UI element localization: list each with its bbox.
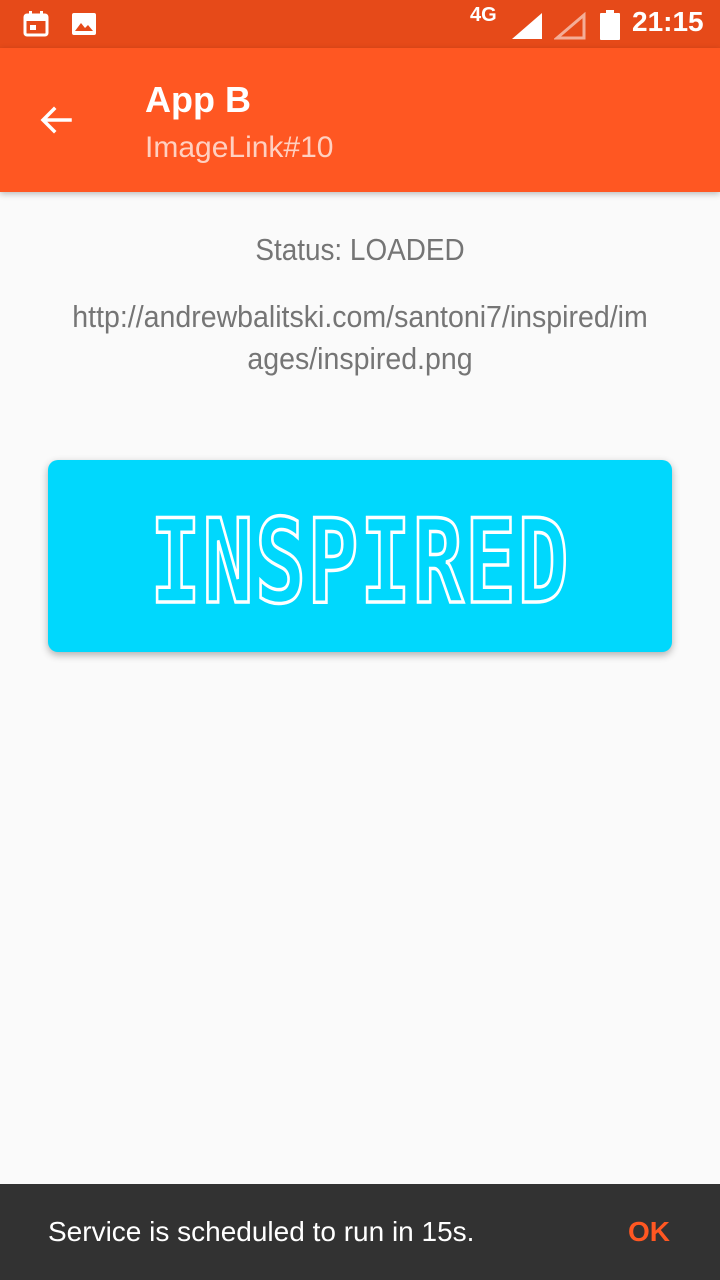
app-bar: App B ImageLink#10 bbox=[0, 48, 720, 192]
signal-empty-icon bbox=[554, 12, 586, 40]
snackbar-ok-button[interactable]: OK bbox=[628, 1214, 670, 1250]
back-button[interactable] bbox=[24, 88, 88, 152]
screen: 4G 21:15 App B ImageLink#10 Status: LOAD… bbox=[0, 0, 720, 1280]
loaded-image: INSPIRED bbox=[48, 460, 672, 652]
clock: 21:15 bbox=[632, 6, 704, 37]
load-status: Status: LOADED bbox=[255, 232, 465, 267]
signal-icon bbox=[512, 13, 542, 39]
network-type: 4G bbox=[470, 4, 497, 26]
status-bar: 4G 21:15 bbox=[0, 0, 720, 48]
arrow-back-icon bbox=[40, 106, 72, 134]
inspired-logo: INSPIRED bbox=[148, 493, 570, 632]
image-url: http://andrewbalitski.com/santoni7/inspi… bbox=[72, 299, 648, 376]
app-subtitle: ImageLink#10 bbox=[145, 131, 334, 164]
image-icon bbox=[72, 13, 96, 35]
snackbar-message: Service is scheduled to run in 15s. bbox=[48, 1216, 475, 1247]
image-text: INSPIRED bbox=[150, 495, 570, 630]
battery-icon bbox=[600, 10, 620, 40]
calendar-icon bbox=[23, 11, 49, 37]
app-title: App B bbox=[145, 79, 251, 120]
snackbar: Service is scheduled to run in 15s. OK bbox=[0, 1184, 720, 1280]
